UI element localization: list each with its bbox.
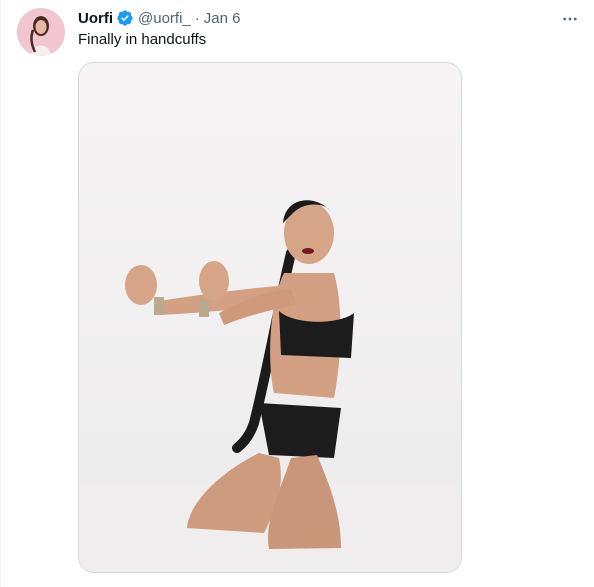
author-handle[interactable]: @uorfi_ [138,10,191,27]
tweet-text: Finally in handcuffs [78,31,207,48]
tweet-date[interactable]: Jan 6 [204,10,241,27]
tweet[interactable]: Uorfi @uorfi_ · Jan 6 Finally in handcuf… [0,0,594,587]
author-name[interactable]: Uorfi [78,10,113,27]
separator-dot: · [194,9,200,27]
tweet-image[interactable] [78,62,462,573]
verified-badge-icon [116,9,134,27]
avatar[interactable] [17,8,65,56]
more-options-icon[interactable] [560,9,580,29]
tweet-header: Uorfi @uorfi_ · Jan 6 [78,8,240,28]
